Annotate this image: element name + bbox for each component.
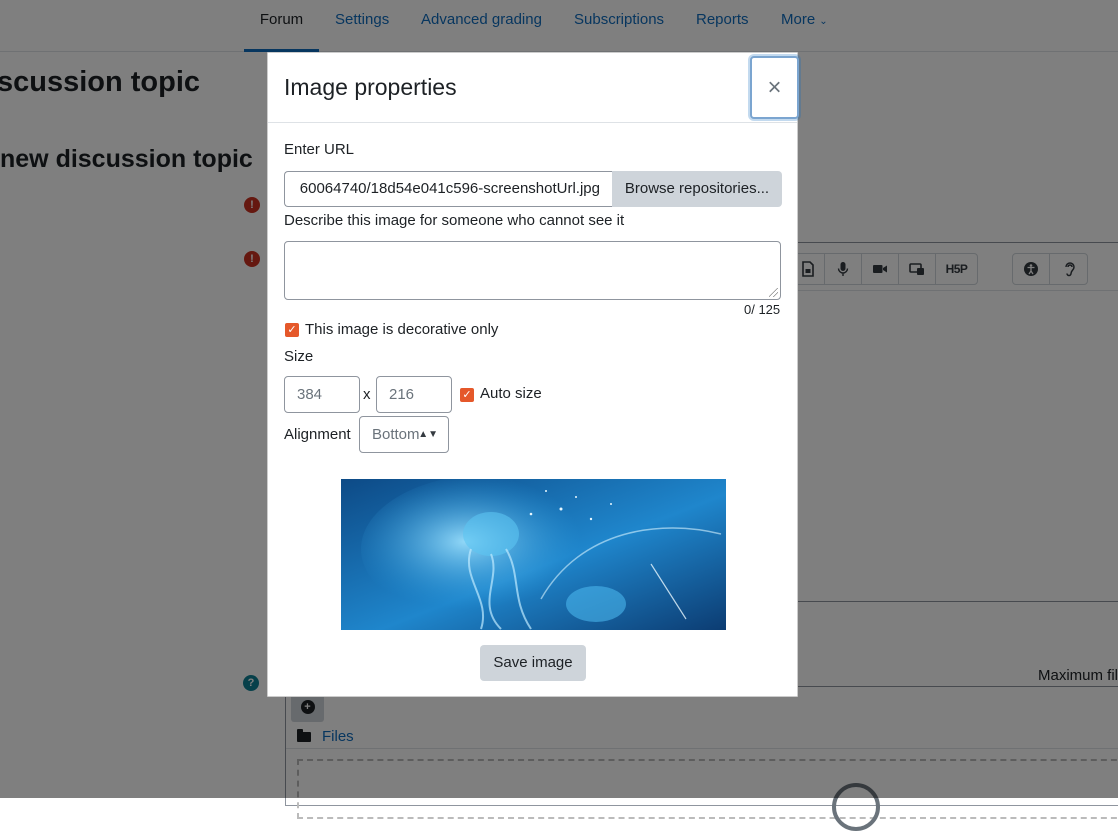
height-input[interactable]: 216 bbox=[376, 376, 452, 413]
modal-title: Image properties bbox=[284, 74, 457, 100]
url-label: Enter URL bbox=[284, 141, 355, 158]
auto-size-label: Auto size bbox=[480, 385, 542, 402]
save-image-button[interactable]: Save image bbox=[480, 645, 586, 681]
alt-text-label: Describe this image for someone who cann… bbox=[284, 212, 625, 229]
image-preview bbox=[341, 479, 726, 630]
select-caret-icon: ▲▼ bbox=[418, 429, 438, 440]
modal-header: Image properties × bbox=[268, 53, 799, 123]
alignment-label: Alignment bbox=[284, 426, 351, 443]
close-button[interactable]: × bbox=[750, 56, 799, 119]
jellyfish-image bbox=[341, 479, 726, 630]
resize-handle[interactable] bbox=[769, 288, 778, 297]
width-input[interactable]: 384 bbox=[284, 376, 360, 413]
decorative-checkbox[interactable]: ✓ bbox=[285, 323, 299, 337]
height-value: 216 bbox=[389, 386, 415, 403]
browse-repositories-button[interactable]: Browse repositories... bbox=[612, 171, 782, 207]
url-input[interactable]: 60064740/18d54e041c596-screenshotUrl.jpg bbox=[284, 171, 612, 207]
size-separator: x bbox=[363, 386, 371, 403]
width-value: 384 bbox=[297, 386, 323, 403]
alignment-value: Bottom bbox=[372, 426, 420, 443]
url-value: 60064740/18d54e041c596-screenshotUrl.jpg bbox=[299, 180, 600, 197]
auto-size-checkbox[interactable]: ✓ bbox=[460, 388, 474, 402]
image-properties-dialog: Image properties × Enter URL 60064740/18… bbox=[267, 52, 799, 697]
alt-text-input[interactable] bbox=[284, 241, 781, 300]
close-icon: × bbox=[767, 73, 782, 101]
alignment-select[interactable]: Bottom ▲▼ bbox=[359, 416, 449, 453]
character-counter: 0/ 125 bbox=[744, 302, 781, 317]
size-label: Size bbox=[284, 348, 314, 365]
decorative-label: This image is decorative only bbox=[305, 321, 499, 338]
